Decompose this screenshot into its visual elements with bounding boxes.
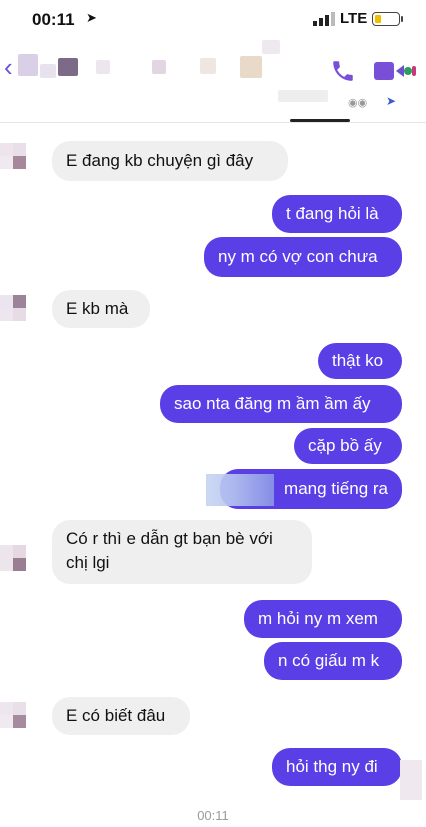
message-outgoing[interactable]: thật ko	[318, 343, 402, 379]
avatar	[0, 702, 38, 740]
battery-icon	[372, 12, 400, 26]
network-type: LTE	[340, 10, 368, 27]
message-outgoing[interactable]: m hỏi ny m xem	[244, 600, 402, 638]
redacted-blur	[206, 474, 274, 506]
status-dots-icon: ◉◉	[348, 97, 368, 109]
pixelated-read-receipt	[400, 760, 422, 800]
location-arrow-icon: ➤	[86, 10, 97, 25]
message-outgoing[interactable]: hỏi thg ny đi	[272, 748, 402, 786]
message-outgoing[interactable]: cặp bồ ấy	[294, 428, 402, 464]
status-bar: 00:11 ➤ LTE	[0, 0, 426, 40]
message-outgoing[interactable]: sao nta đăng m ầm ầm ấy	[160, 385, 402, 423]
footer-timestamp: 00:11	[197, 808, 229, 823]
message-incoming[interactable]: E có biết đâu	[52, 697, 190, 735]
back-icon[interactable]: ‹	[4, 52, 13, 83]
message-outgoing[interactable]: n có giấu m k	[264, 642, 402, 680]
phone-icon[interactable]	[330, 58, 356, 84]
avatar	[0, 295, 38, 333]
status-time: 00:11	[32, 10, 75, 29]
avatar	[0, 143, 38, 181]
video-icon[interactable]	[374, 60, 418, 82]
message-incoming[interactable]: E đang kb chuyện gì đây	[52, 141, 288, 181]
message-incoming[interactable]: E kb mà	[52, 290, 150, 328]
message-incoming[interactable]: Có r thì e dẫn gt bạn bè với chị lgi	[52, 520, 312, 584]
message-outgoing[interactable]: ny m có vợ con chưa	[204, 237, 402, 277]
message-outgoing[interactable]: t đang hỏi là	[272, 195, 402, 233]
battery-tip	[401, 16, 403, 22]
avatar	[0, 545, 38, 583]
send-small-icon: ➤	[386, 94, 397, 108]
signal-icon	[313, 12, 335, 26]
chat-header: ‹ ◉◉ ➤	[0, 40, 426, 123]
header-underline	[290, 119, 350, 122]
